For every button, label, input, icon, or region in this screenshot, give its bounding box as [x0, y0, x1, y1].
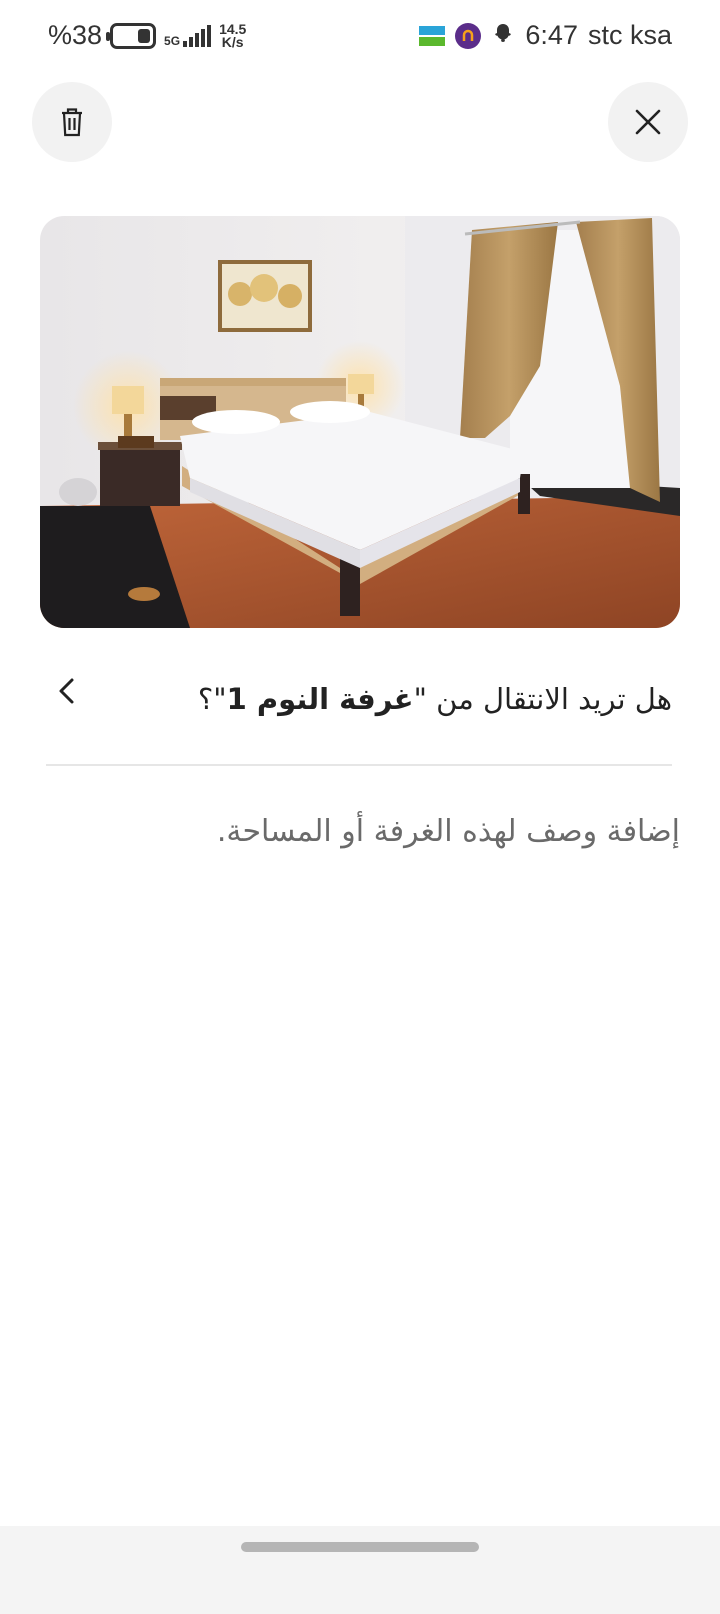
room-photo[interactable] [40, 216, 680, 628]
status-bar: %38 5G 14.5 K/s 6:47 stc ksa [0, 0, 720, 80]
clock: 6:47 [525, 20, 578, 50]
close-button[interactable] [608, 82, 688, 162]
signal-icon [183, 24, 212, 47]
move-room-question: هل تريد الانتقال من "غرفة النوم 1"؟ [198, 682, 672, 716]
snapchat-icon [491, 22, 515, 50]
status-bar-left: %38 5G 14.5 K/s [48, 20, 246, 51]
carrier-name: stc ksa [587, 20, 672, 50]
home-indicator[interactable] [241, 1542, 479, 1552]
question-suffix: "؟ [197, 682, 227, 716]
trash-icon [62, 108, 82, 137]
move-room-row[interactable]: هل تريد الانتقال من "غرفة النوم 1"؟ [46, 664, 672, 744]
status-bar-right: 6:47 stc ksa [419, 20, 672, 51]
app-notification-icon [455, 22, 482, 49]
battery-percent: %38 [48, 20, 103, 50]
flag-icon [419, 25, 446, 46]
close-icon [635, 109, 661, 135]
divider [46, 764, 672, 766]
delete-button[interactable] [32, 82, 112, 162]
network-indicator: 5G [164, 24, 212, 48]
description-placeholder[interactable]: إضافة وصف لهذه الغرفة أو المساحة. [217, 814, 680, 849]
speed-unit: K/s [221, 33, 244, 50]
network-type: 5G [164, 33, 181, 48]
chevron-left-icon[interactable] [50, 674, 86, 710]
navigation-bar [0, 1526, 720, 1614]
room-name: غرفة النوم 1 [226, 682, 414, 716]
bedroom-photo [40, 216, 680, 628]
network-speed: 14.5 K/s [219, 22, 246, 50]
battery-icon [106, 22, 157, 49]
question-prefix: هل تريد الانتقال من " [413, 682, 672, 716]
